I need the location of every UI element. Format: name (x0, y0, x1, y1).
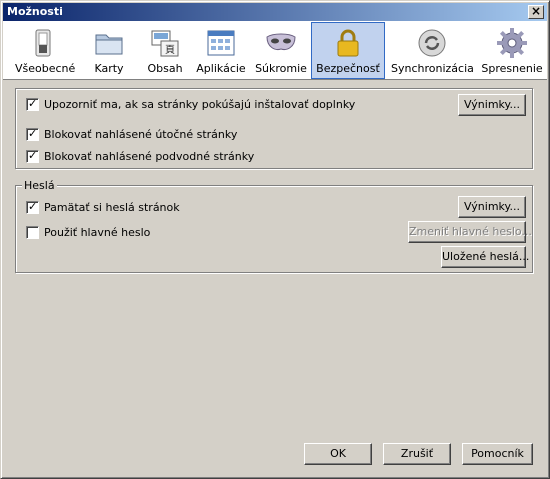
master-password-label: Použiť hlavné heslo (44, 226, 151, 239)
pane-tabs-label: Karty (94, 62, 124, 75)
close-button[interactable]: × (528, 5, 544, 19)
pane-advanced-label: Spresnenie (481, 62, 543, 75)
help-button[interactable]: Pomocník (462, 443, 533, 465)
sync-icon (418, 29, 446, 57)
passwords-exceptions-button[interactable]: Výnimky... (458, 196, 526, 218)
options-window: Možnosti × Všeobecné Karty 頁 Obsah Aplik… (0, 0, 550, 479)
pane-advanced[interactable]: Spresnenie (481, 23, 543, 77)
warn-addons-checkbox[interactable]: ✓ (26, 97, 39, 111)
pane-content-label: Obsah (147, 62, 183, 75)
checkmark-icon: ✓ (28, 149, 38, 162)
remember-passwords-label: Pamätať si heslá stránok (44, 201, 180, 214)
window-title: Možnosti (7, 5, 63, 18)
content-icon: 頁 (151, 30, 179, 57)
addons-exceptions-button[interactable]: Výnimky... (458, 94, 526, 116)
block-forgery-checkbox[interactable]: ✓ (26, 149, 39, 163)
cancel-button[interactable]: Zrušiť (383, 443, 451, 465)
tabs-folder-icon (95, 34, 123, 55)
pane-privacy-label: Súkromie (255, 62, 307, 75)
security-group: ✓ Upozorniť ma, ak sa stránky pokúšajú i… (15, 88, 533, 169)
block-forgery-label: Blokovať nahlásené podvodné stránky (44, 150, 255, 163)
checkmark-icon: ✓ (28, 97, 38, 110)
passwords-group-label: Heslá (22, 179, 57, 192)
svg-text:頁: 頁 (165, 44, 175, 56)
title-bar[interactable]: Možnosti × (3, 3, 547, 21)
pane-security[interactable]: Bezpečnosť (311, 22, 385, 79)
saved-passwords-button[interactable]: Uložené heslá... (441, 246, 529, 268)
pane-general-label: Všeobecné (15, 62, 76, 75)
privacy-mask-icon (266, 33, 296, 50)
pane-security-label: Bezpečnosť (316, 62, 380, 75)
block-attack-label: Blokovať nahlásené útočné stránky (44, 128, 238, 141)
passwords-group: Heslá ✓ Pamätať si heslá stránok Výnimky… (15, 179, 533, 273)
applications-icon (207, 30, 235, 56)
pane-sync[interactable]: Synchronizácia (391, 23, 474, 77)
pane-applications-label: Aplikácie (196, 62, 246, 75)
pane-sync-label: Synchronizácia (391, 62, 474, 75)
switch-icon (35, 29, 51, 57)
pane-content[interactable]: 頁 Obsah (141, 23, 189, 77)
gear-icon (497, 28, 527, 58)
pane-tabs[interactable]: Karty (83, 23, 135, 77)
block-attack-checkbox[interactable]: ✓ (26, 127, 39, 141)
checkmark-icon: ✓ (28, 200, 38, 213)
change-master-password-button[interactable]: Zmeniť hlavné heslo... (408, 221, 532, 243)
pane-toolbar: Všeobecné Karty 頁 Obsah Aplikácie Súkrom… (3, 21, 547, 80)
master-password-checkbox[interactable] (26, 226, 39, 239)
close-icon: × (530, 4, 542, 18)
ok-button[interactable]: OK (304, 443, 372, 465)
pane-applications[interactable]: Aplikácie (195, 23, 247, 77)
warn-addons-label: Upozorniť ma, ak sa stránky pokúšajú inš… (44, 98, 356, 111)
pane-general[interactable]: Všeobecné (15, 23, 76, 77)
remember-passwords-checkbox[interactable]: ✓ (26, 200, 39, 214)
pane-privacy[interactable]: Súkromie (253, 23, 309, 77)
padlock-icon (337, 29, 359, 57)
checkmark-icon: ✓ (28, 127, 38, 140)
